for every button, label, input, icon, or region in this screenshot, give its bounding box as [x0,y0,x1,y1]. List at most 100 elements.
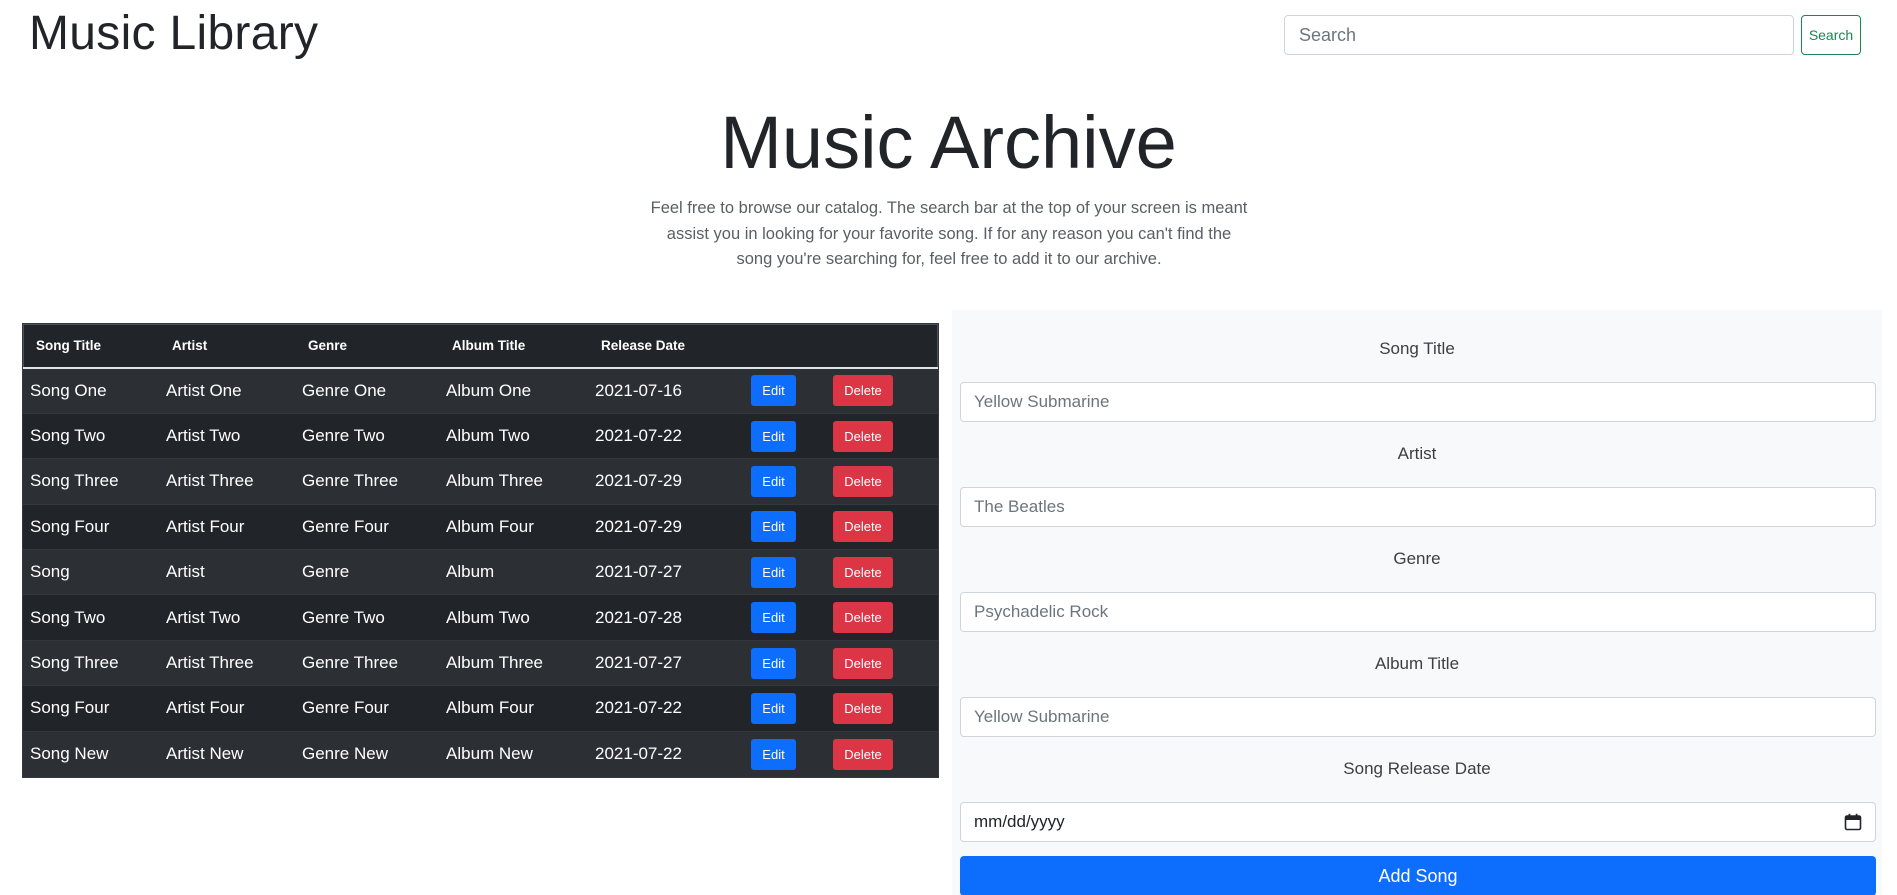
table-cell: Album Three [439,639,588,686]
delete-button[interactable]: Delete [833,692,893,724]
delete-button[interactable]: Delete [833,602,893,634]
table-cell: Song Two [23,412,159,459]
column-header: Song Title [23,324,159,369]
delete-cell: Delete [826,458,938,505]
column-header: Genre [295,324,439,369]
table-cell: Song Four [23,503,159,550]
column-header: Album Title [439,324,588,369]
table-cell: Artist One [159,367,295,414]
edit-cell: Edit [744,367,826,414]
delete-button[interactable]: Delete [833,647,893,679]
calendar-icon[interactable] [1844,813,1862,831]
delete-cell: Delete [826,367,938,414]
table-cell: Song One [23,367,159,414]
column-header-delete [826,324,938,369]
table-row: Song One Artist One Genre One Album One 2021… [23,367,938,414]
edit-button[interactable]: Edit [751,647,796,679]
table-cell: 2021-07-29 [588,503,744,550]
delete-button[interactable]: Delete [833,511,893,543]
artist-input[interactable] [960,487,1876,527]
table-cell: Album New [439,730,588,777]
table-row: Song New Artist New Genre New Album New 2021… [23,730,938,777]
song-title-input[interactable] [960,382,1876,422]
delete-cell: Delete [826,594,938,641]
delete-cell: Delete [826,685,938,732]
edit-cell: Edit [744,458,826,505]
table-cell: 2021-07-22 [588,412,744,459]
table-cell: Genre [295,549,439,595]
column-header-edit [744,324,826,369]
brand-title[interactable]: Music Library [29,6,318,61]
edit-cell: Edit [744,549,826,595]
table-cell: Album Four [439,503,588,550]
delete-cell: Delete [826,639,938,686]
table-row: Song Three Artist Three Genre Three Album T… [23,639,938,686]
table-cell: Genre Four [295,685,439,732]
table-cell: 2021-07-22 [588,685,744,732]
table-row: Song Three Artist Three Genre Three Album T… [23,458,938,505]
album-title-input[interactable] [960,697,1876,737]
table-cell: Artist Four [159,685,295,732]
edit-cell: Edit [744,639,826,686]
delete-cell: Delete [826,503,938,550]
table-row: Song Two Artist Two Genre Two Album Two 2021… [23,594,938,641]
table-cell: 2021-07-29 [588,458,744,505]
release-date-input[interactable]: mm/dd/yyyy [960,802,1876,842]
table-cell: Song Three [23,458,159,505]
table-row: Song Four Artist Four Genre Four Album Four… [23,685,938,732]
table-cell: Song Two [23,594,159,641]
search-button[interactable]: Search [1801,15,1861,55]
edit-button[interactable]: Edit [751,465,796,497]
search-input[interactable] [1284,15,1794,55]
table-cell: Song New [23,730,159,777]
column-header: Release Date [588,324,744,369]
delete-button[interactable]: Delete [833,738,893,770]
table-cell: Album Four [439,685,588,732]
edit-button[interactable]: Edit [751,556,796,588]
table-cell: Album [439,549,588,595]
table-cell: Album One [439,367,588,414]
table-cell: Song [23,549,159,595]
table-cell: Artist [159,549,295,595]
table-cell: Artist Two [159,412,295,459]
table-cell: Genre Two [295,412,439,459]
edit-button[interactable]: Edit [751,602,796,634]
add-song-button[interactable]: Add Song [960,856,1876,895]
table-cell: Album Two [439,412,588,459]
delete-cell: Delete [826,549,938,595]
table-cell: Genre Two [295,594,439,641]
intro-text: Feel free to browse our catalog. The sea… [650,199,1248,268]
delete-button[interactable]: Delete [833,465,893,497]
table-cell: Genre Three [295,639,439,686]
table-cell: Genre One [295,367,439,414]
table-cell: 2021-07-27 [588,639,744,686]
edit-button[interactable]: Edit [751,420,796,452]
edit-button[interactable]: Edit [751,375,796,407]
genre-input[interactable] [960,592,1876,632]
page-title: Music Archive [720,101,1177,184]
edit-button[interactable]: Edit [751,738,796,770]
table-row: Song Four Artist Four Genre Four Album Four… [23,503,938,550]
table-cell: Song Four [23,685,159,732]
edit-cell: Edit [744,594,826,641]
delete-cell: Delete [826,730,938,777]
table-cell: 2021-07-16 [588,367,744,414]
table-cell: Artist Four [159,503,295,550]
table-cell: 2021-07-27 [588,549,744,595]
delete-button[interactable]: Delete [833,375,893,407]
album-title-label: Album Title [1374,654,1460,673]
delete-button[interactable]: Delete [833,556,893,588]
table-cell: Genre Four [295,503,439,550]
edit-button[interactable]: Edit [751,511,796,543]
delete-cell: Delete [826,412,938,459]
table-cell: 2021-07-28 [588,594,744,641]
table-cell: 2021-07-22 [588,730,744,777]
table-body: Song One Artist One Genre One Album One 2021… [23,367,938,777]
edit-button[interactable]: Edit [751,692,796,724]
add-song-form: Song Title Artist Genre Album Title Song… [952,310,1882,895]
column-header: Artist [159,324,295,369]
table-cell: Artist Three [159,639,295,686]
table-cell: Genre New [295,730,439,777]
delete-button[interactable]: Delete [833,420,893,452]
table-row: Song Artist Genre Album 2021-07-27 Edit Delete [23,549,938,595]
